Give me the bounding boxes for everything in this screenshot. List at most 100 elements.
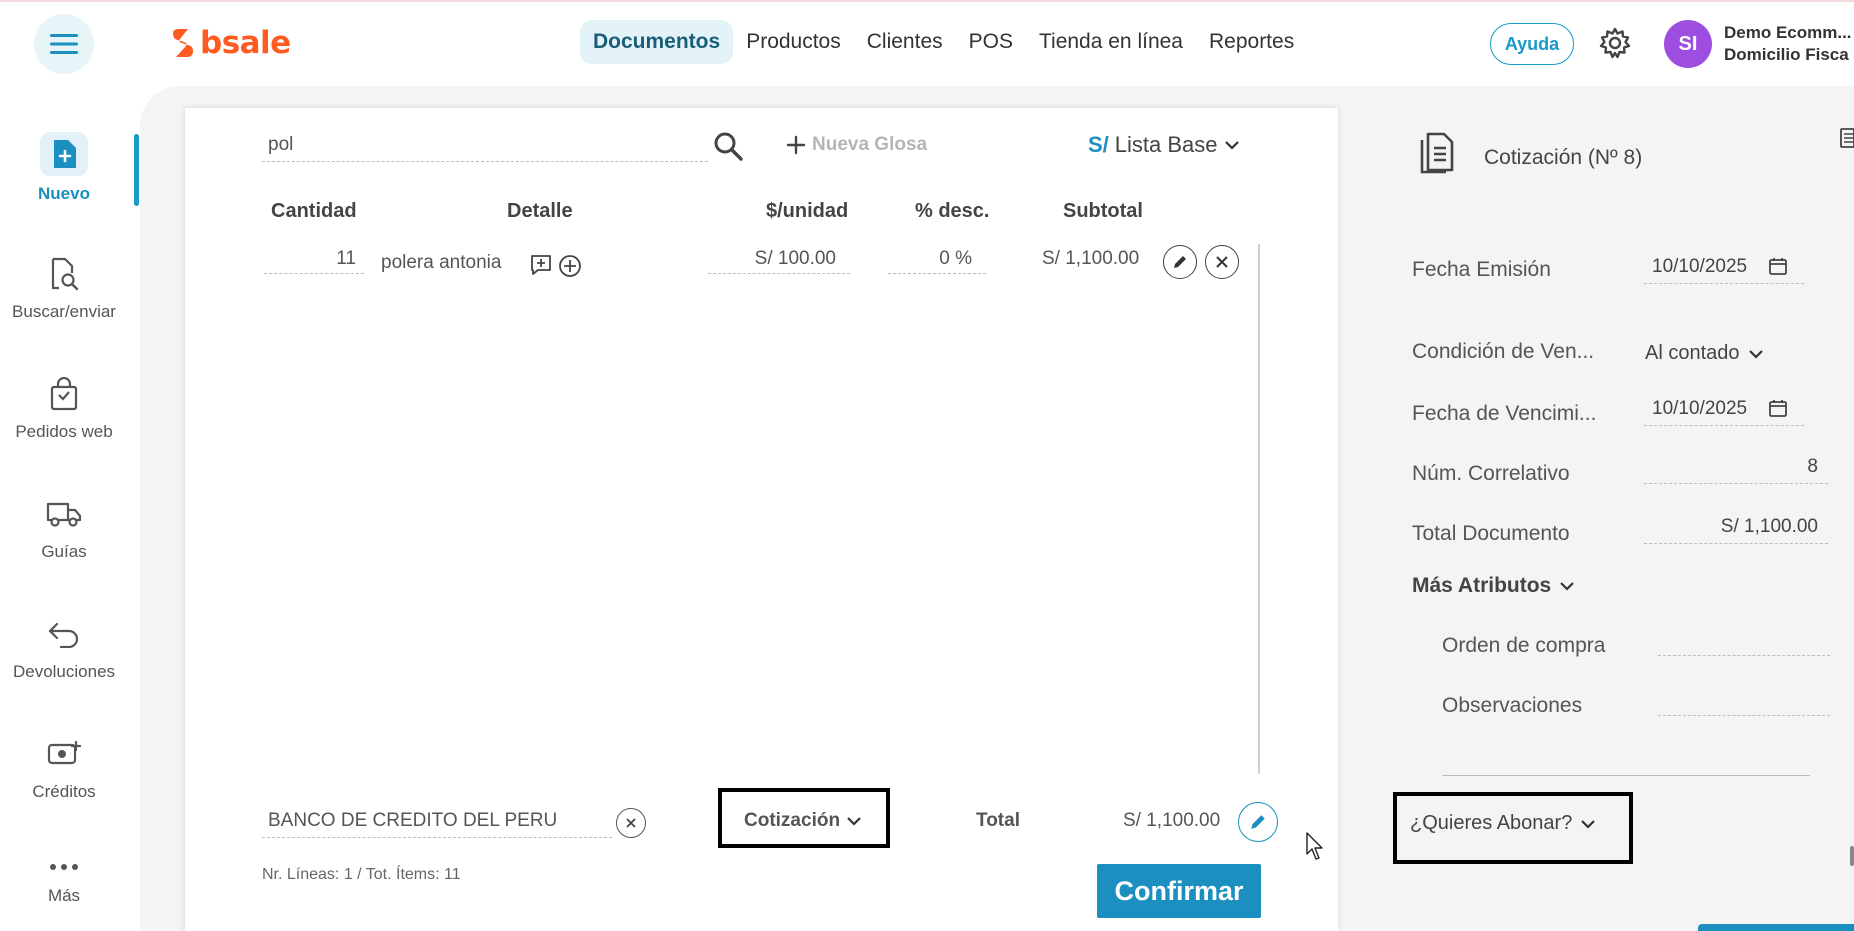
clear-bank-button[interactable]	[616, 808, 646, 838]
discount-value: 0 %	[939, 248, 972, 269]
pencil-icon	[1251, 815, 1265, 829]
sidebar-item-nuevo[interactable]: Nuevo	[0, 132, 128, 204]
new-glosa-label: Nueva Glosa	[812, 134, 928, 155]
total-label: Total	[976, 810, 1020, 831]
total-documento-value: S/ 1,100.00	[1720, 516, 1818, 537]
confirm-button[interactable]: Confirmar	[1097, 864, 1261, 918]
nav-pos[interactable]: POS	[956, 20, 1026, 64]
mas-atributos-label: Más Atributos	[1412, 574, 1552, 597]
lines-summary: Nr. Líneas: 1 / Tot. Ítems: 11	[262, 866, 461, 883]
settings-button[interactable]	[1598, 26, 1632, 60]
gear-icon	[1599, 27, 1631, 59]
product-search-input[interactable]: pol	[262, 126, 708, 162]
more-dots-icon	[44, 856, 84, 878]
hamburger-icon	[50, 34, 78, 54]
price-list-dropdown[interactable]: S/ Lista Base	[1088, 132, 1240, 158]
observaciones-input[interactable]	[1658, 680, 1830, 716]
sidebar-item-mas[interactable]: Más	[0, 856, 128, 906]
document-header-icon-wrap	[1418, 130, 1456, 174]
sidebar-item-pedidos-web[interactable]: Pedidos web	[0, 374, 128, 442]
pencil-icon	[1174, 256, 1186, 268]
sidebar-item-buscar-enviar[interactable]: Buscar/enviar	[0, 254, 128, 322]
menu-toggle-button[interactable]	[34, 14, 94, 74]
bank-value: BANCO DE CREDITO DEL PERU	[268, 810, 558, 831]
sidebar-item-label: Más	[47, 886, 81, 905]
sidebar-item-label: Pedidos web	[15, 422, 113, 441]
close-icon	[626, 818, 636, 828]
mas-atributos-toggle[interactable]: Más Atributos	[1412, 574, 1575, 598]
search-button[interactable]	[712, 130, 744, 162]
brand-logo[interactable]: bsale	[172, 25, 291, 61]
cursor-arrow-icon	[1306, 832, 1323, 860]
lines-scrollbar[interactable]	[1258, 244, 1260, 774]
plus-circle-icon	[559, 255, 581, 277]
correlativo-input[interactable]: 8	[1644, 448, 1828, 484]
user-info[interactable]: Demo Ecomm... Domicilio Fisca	[1724, 22, 1852, 66]
nav-documentos[interactable]: Documentos	[580, 20, 734, 64]
fecha-vencimiento-label: Fecha de Vencimi...	[1412, 402, 1597, 425]
quantity-input[interactable]: 11	[264, 244, 364, 274]
avatar[interactable]: SI	[1664, 20, 1712, 68]
new-glosa-button[interactable]: Nueva Glosa	[786, 134, 927, 156]
unit-price-value: S/ 100.00	[754, 248, 836, 269]
orden-compra-input[interactable]	[1658, 620, 1830, 656]
abonar-toggle[interactable]: ¿Quieres Abonar?	[1410, 812, 1596, 835]
section-divider	[1442, 775, 1810, 776]
col-header-cantidad: Cantidad	[271, 200, 357, 222]
sidebar-item-label: Guías	[41, 542, 87, 561]
brand-name: bsale	[200, 25, 291, 61]
condicion-dropdown[interactable]: Al contado	[1645, 342, 1764, 365]
add-note-button[interactable]	[530, 254, 552, 276]
return-arrow-icon	[44, 614, 84, 654]
add-detail-button[interactable]	[558, 254, 582, 278]
bsale-logo-icon	[173, 29, 193, 57]
search-icon	[714, 132, 743, 161]
fecha-emision-value: 10/10/2025	[1652, 256, 1748, 277]
user-address: Domicilio Fisca	[1724, 45, 1849, 64]
sidebar-active-indicator	[134, 134, 139, 206]
chevron-down-icon	[1581, 819, 1596, 829]
mouse-cursor	[1306, 832, 1326, 862]
shopping-bag-icon	[44, 374, 84, 414]
bank-input[interactable]: BANCO DE CREDITO DEL PERU	[262, 806, 612, 838]
list-icon	[1840, 128, 1854, 148]
orden-compra-label: Orden de compra	[1442, 634, 1606, 657]
money-plus-icon	[44, 734, 84, 774]
chevron-down-icon	[1224, 141, 1239, 150]
sidebar-item-label: Créditos	[32, 782, 96, 801]
discount-input[interactable]: 0 %	[888, 244, 986, 274]
fecha-emision-input[interactable]: 10/10/2025	[1644, 248, 1804, 284]
nav-clientes[interactable]: Clientes	[854, 20, 956, 64]
sidebar-item-devoluciones[interactable]: Devoluciones	[0, 614, 128, 682]
item-detail: polera antonia	[381, 252, 502, 273]
nav-tienda-en-linea[interactable]: Tienda en línea	[1026, 20, 1196, 64]
sidebar-item-guias[interactable]: Guías	[0, 494, 128, 562]
col-header-desc: % desc.	[915, 200, 990, 222]
plus-icon	[786, 135, 806, 155]
new-document-icon	[40, 132, 88, 176]
edit-total-button[interactable]	[1238, 802, 1278, 842]
nav-productos[interactable]: Productos	[733, 20, 854, 64]
panel-menu-button[interactable]	[1840, 128, 1854, 148]
total-documento-input[interactable]: S/ 1,100.00	[1644, 508, 1828, 544]
fecha-vencimiento-value: 10/10/2025	[1652, 398, 1748, 419]
fecha-vencimiento-input[interactable]: 10/10/2025	[1644, 390, 1804, 426]
right-edge-scroll-handle[interactable]	[1850, 846, 1854, 866]
chevron-down-icon	[1560, 582, 1575, 591]
sidebar-item-creditos[interactable]: Créditos	[0, 734, 128, 802]
nav-reportes[interactable]: Reportes	[1196, 20, 1307, 64]
calendar-icon	[1769, 258, 1787, 275]
col-header-unidad: $/unidad	[766, 200, 849, 222]
observaciones-label: Observaciones	[1442, 694, 1583, 717]
unit-price-input[interactable]: S/ 100.00	[708, 244, 850, 274]
remove-line-button[interactable]	[1205, 245, 1239, 279]
abonar-label: ¿Quieres Abonar?	[1410, 812, 1573, 834]
calendar-icon	[1769, 400, 1787, 417]
edit-line-button[interactable]	[1163, 245, 1197, 279]
sidebar-item-label: Devoluciones	[12, 662, 116, 681]
bottom-action-bar[interactable]	[1698, 924, 1854, 931]
price-list-label: Lista Base	[1114, 132, 1218, 157]
document-type-dropdown[interactable]: Cotización	[744, 810, 862, 832]
help-button[interactable]: Ayuda	[1490, 23, 1574, 65]
correlativo-value: 8	[1807, 456, 1818, 477]
